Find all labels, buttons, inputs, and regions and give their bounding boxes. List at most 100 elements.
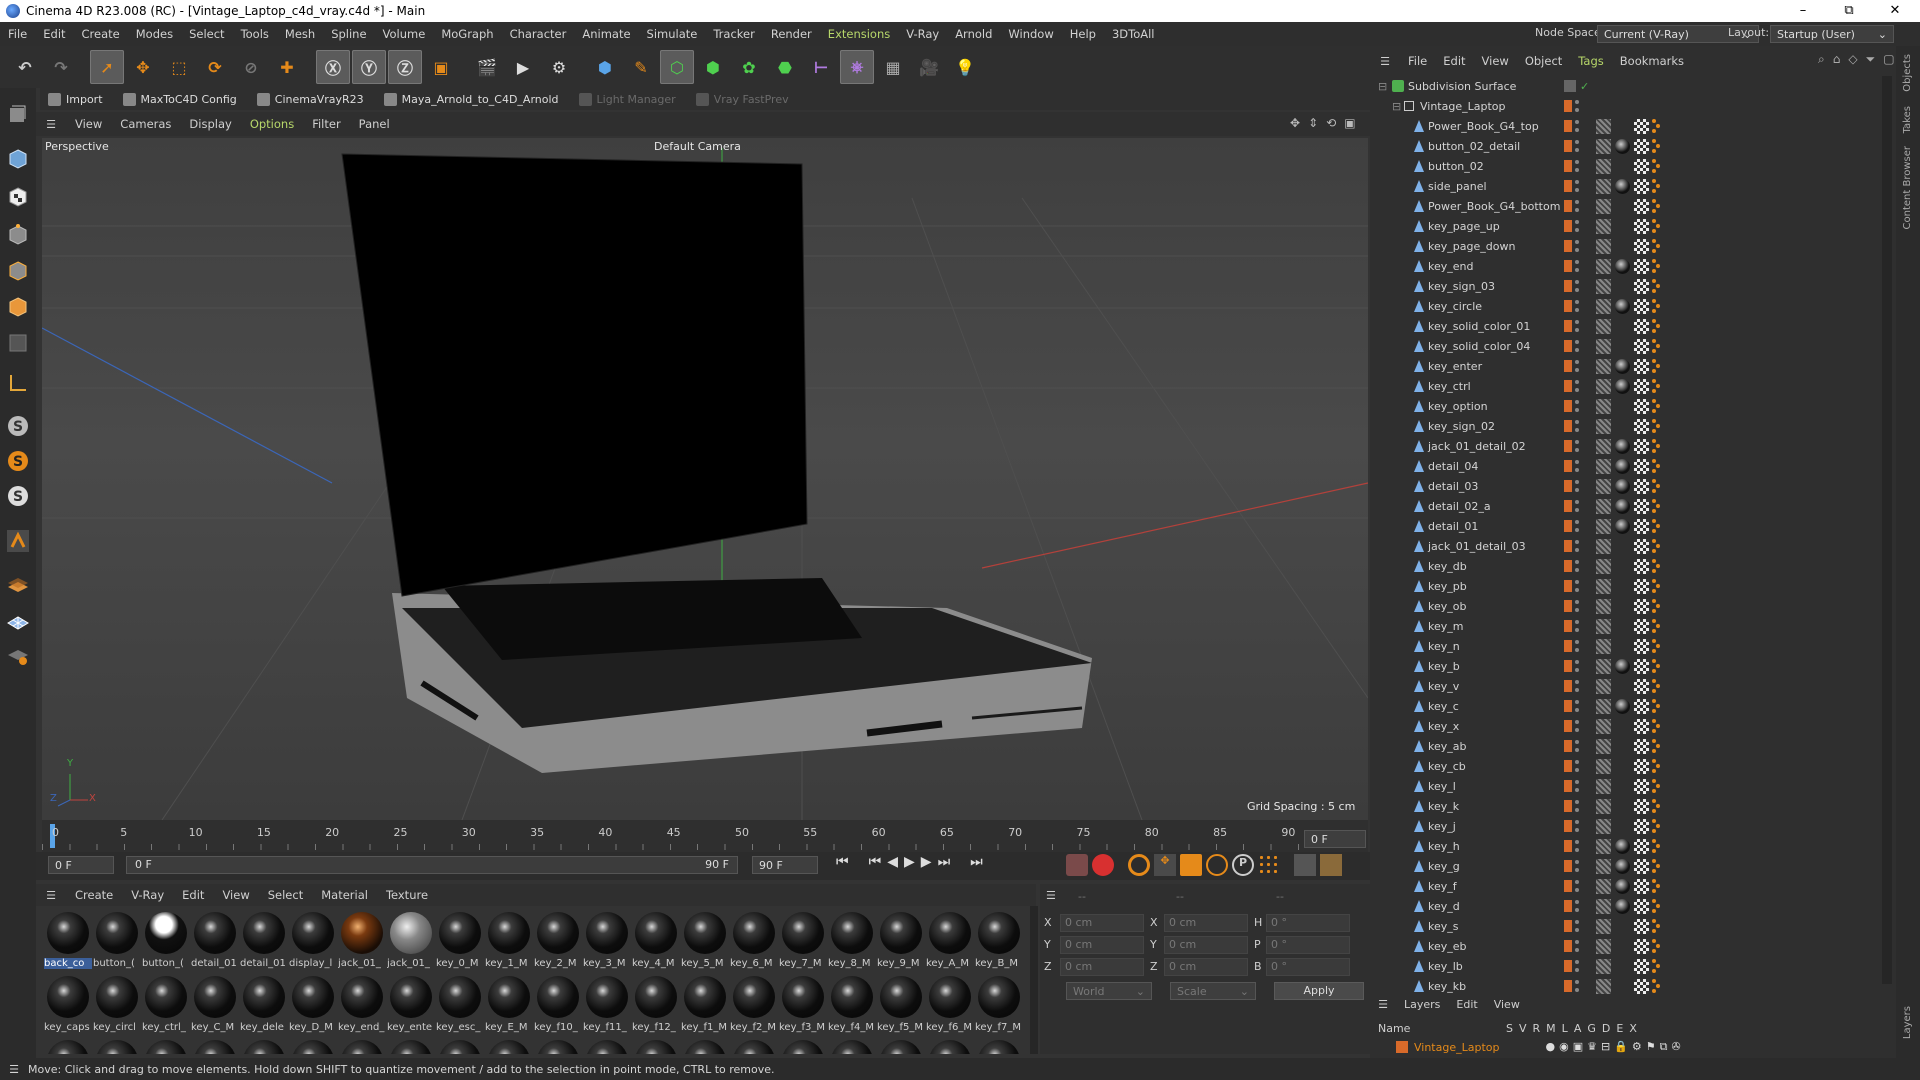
layer-column-header[interactable]: A — [1574, 1022, 1582, 1035]
checker-tag-icon[interactable] — [1634, 138, 1649, 154]
redo-icon[interactable]: ↷ — [44, 50, 78, 84]
material-swatch[interactable]: button_( — [142, 910, 190, 976]
object-row[interactable]: key_l — [1376, 776, 1886, 796]
polygons-mode-icon[interactable] — [3, 292, 33, 322]
texture-tag-icon[interactable] — [1596, 298, 1611, 314]
object-row[interactable]: key_cb — [1376, 756, 1886, 776]
texture-tag-icon[interactable] — [1596, 238, 1611, 254]
visibility-dots[interactable] — [1575, 980, 1579, 992]
object-row[interactable]: detail_03 — [1376, 476, 1886, 496]
material-swatch[interactable]: button_( — [93, 910, 141, 976]
checker-tag-icon[interactable] — [1634, 778, 1649, 794]
key-pla-icon[interactable] — [1258, 854, 1280, 876]
viewport-menu-cameras[interactable]: Cameras — [111, 117, 180, 131]
object-row[interactable]: key_k — [1376, 796, 1886, 816]
texture-tag-icon[interactable] — [1596, 658, 1611, 674]
object-row[interactable]: key_f — [1376, 876, 1886, 896]
visibility-dots[interactable] — [1575, 140, 1579, 152]
phong-tag-icon[interactable] — [1652, 318, 1660, 334]
checker-tag-icon[interactable] — [1634, 578, 1649, 594]
material-swatch[interactable]: key_circl — [93, 974, 141, 1040]
measure-icon[interactable]: ⊢ — [804, 50, 838, 84]
visibility-dots[interactable] — [1575, 860, 1579, 872]
texture-tag-icon[interactable] — [1596, 558, 1611, 574]
hamburger-icon[interactable]: ☰ — [36, 889, 66, 902]
visibility-dots[interactable] — [1575, 100, 1579, 112]
object-row[interactable]: key_solid_color_04 — [1376, 336, 1886, 356]
visibility-dots[interactable] — [1575, 260, 1579, 272]
world-select[interactable]: World ⌄ — [1066, 982, 1152, 1000]
current-frame-field[interactable]: 0 F — [1304, 830, 1366, 848]
material-tag-icon[interactable] — [1615, 498, 1630, 514]
visibility-dots[interactable] — [1575, 380, 1579, 392]
material-menu-create[interactable]: Create — [66, 888, 122, 902]
phong-tag-icon[interactable] — [1652, 978, 1660, 994]
plugin-cinemavrayr23[interactable]: CinemaVrayR23 — [249, 92, 372, 106]
menu-extensions[interactable]: Extensions — [820, 27, 898, 41]
texture-tag-icon[interactable] — [1596, 598, 1611, 614]
menu-3dtoall[interactable]: 3DToAll — [1104, 27, 1163, 41]
material-swatch[interactable]: detail_01 — [191, 910, 239, 976]
phong-tag-icon[interactable] — [1652, 638, 1660, 654]
floor-icon[interactable]: ▦ — [876, 50, 910, 84]
object-row[interactable]: key_d — [1376, 896, 1886, 916]
object-row[interactable]: key_kb — [1376, 976, 1886, 996]
x-axis-icon[interactable]: Ⓧ — [316, 50, 350, 84]
phong-tag-icon[interactable] — [1652, 598, 1660, 614]
maximize-button[interactable]: ⧉ — [1826, 0, 1872, 22]
menu-tools[interactable]: Tools — [233, 27, 277, 41]
visibility-dots[interactable] — [1575, 220, 1579, 232]
material-swatch[interactable]: key_B_M — [975, 910, 1023, 976]
material-swatch[interactable]: key_0_M — [436, 910, 484, 976]
menu-window[interactable]: Window — [1000, 27, 1061, 41]
material-swatch[interactable]: key_f10_ — [534, 974, 582, 1040]
material-swatch[interactable]: key_esc_ — [436, 974, 484, 1040]
checker-tag-icon[interactable] — [1634, 858, 1649, 874]
texture-tag-icon[interactable] — [1596, 638, 1611, 654]
play-icon[interactable]: ▶ — [904, 854, 915, 870]
phong-tag-icon[interactable] — [1652, 818, 1660, 834]
visibility-dots[interactable] — [1575, 560, 1579, 572]
search-icon[interactable]: ⌕ — [1818, 52, 1825, 67]
hamburger-icon[interactable]: ☰ — [1046, 889, 1056, 902]
texture-tag-icon[interactable] — [1596, 158, 1611, 174]
material-swatch[interactable] — [583, 1038, 631, 1054]
visibility-dots[interactable] — [1575, 780, 1579, 792]
object-row[interactable]: key_n — [1376, 636, 1886, 656]
checker-tag-icon[interactable] — [1634, 738, 1649, 754]
material-swatch[interactable]: key_8_M — [828, 910, 876, 976]
object-menu-bookmarks[interactable]: Bookmarks — [1612, 54, 1692, 68]
phong-tag-icon[interactable] — [1652, 518, 1660, 534]
phong-tag-icon[interactable] — [1652, 158, 1660, 174]
material-tag-icon[interactable] — [1615, 838, 1630, 854]
object-row[interactable]: key_b — [1376, 656, 1886, 676]
menu-create[interactable]: Create — [74, 27, 128, 41]
texture-tag-icon[interactable] — [1596, 118, 1611, 134]
menu-file[interactable]: File — [0, 27, 35, 41]
checker-tag-icon[interactable] — [1634, 398, 1649, 414]
visibility-dots[interactable] — [1575, 320, 1579, 332]
material-swatch[interactable]: key_f6_M — [926, 974, 974, 1040]
visibility-dots[interactable] — [1575, 360, 1579, 372]
checker-tag-icon[interactable] — [1634, 378, 1649, 394]
texture-tag-icon[interactable] — [1596, 618, 1611, 634]
menu-tracker[interactable]: Tracker — [705, 27, 763, 41]
object-menu-file[interactable]: File — [1400, 54, 1435, 68]
visibility-dots[interactable] — [1575, 680, 1579, 692]
object-row[interactable]: key_ob — [1376, 596, 1886, 616]
checker-tag-icon[interactable] — [1634, 558, 1649, 574]
key-scale-icon[interactable] — [1180, 854, 1202, 876]
material-swatch[interactable]: key_f12_ — [632, 974, 680, 1040]
checker-tag-icon[interactable] — [1634, 678, 1649, 694]
previous-key-icon[interactable]: ⏮ — [869, 854, 882, 870]
phong-tag-icon[interactable] — [1652, 738, 1660, 754]
add-icon[interactable]: ✚ — [270, 50, 304, 84]
orbit-icon[interactable]: ⟲ — [1326, 116, 1336, 130]
phong-tag-icon[interactable] — [1652, 338, 1660, 354]
material-tag-icon[interactable] — [1615, 518, 1630, 534]
object-row[interactable]: key_ab — [1376, 736, 1886, 756]
object-row-group[interactable]: ⊟ Vintage_Laptop — [1376, 96, 1886, 116]
key-rotation-icon[interactable] — [1206, 854, 1228, 876]
key-parameter-icon[interactable]: P — [1232, 854, 1254, 876]
enabled-check-icon[interactable]: ✓ — [1580, 80, 1589, 93]
